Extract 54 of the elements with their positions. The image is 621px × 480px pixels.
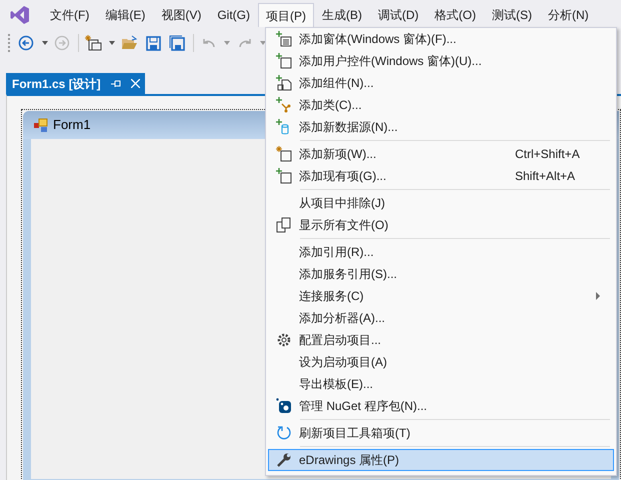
menu-item[interactable]: 添加用户控件(Windows 窗体)(U)...	[268, 50, 614, 72]
menu-tab[interactable]: 分析(N)	[540, 3, 597, 27]
menu-tab[interactable]: 编辑(E)	[97, 3, 154, 27]
menu-item[interactable]: 添加现有项(G)... Shift+Alt+A	[268, 165, 614, 187]
menu-item[interactable]: 从项目中排除(J)	[268, 192, 614, 214]
menu-tab[interactable]: 生成(B)	[314, 3, 370, 27]
menu-tab[interactable]: 文件(F)	[42, 3, 98, 27]
app-logo-icon	[10, 5, 30, 25]
menu-item[interactable]: 添加服务引用(S)...	[268, 263, 614, 285]
form-title: Form1	[53, 116, 91, 134]
menu-item[interactable]: 添加类(C)...	[268, 94, 614, 116]
package-icon	[276, 398, 292, 414]
menu-tab[interactable]: 项目(P)	[258, 3, 314, 27]
dropdown-caret-icon[interactable]	[42, 41, 48, 45]
menu-tab[interactable]: 格式(O)	[426, 3, 484, 27]
add-control-icon	[276, 53, 292, 69]
refresh-icon	[276, 425, 292, 441]
menu-tab[interactable]: Git(G)	[209, 3, 258, 27]
menu-item[interactable]: 管理 NuGet 程序包(N)...	[268, 395, 614, 417]
add-class-icon	[276, 97, 292, 113]
menu-tab[interactable]: 测试(S)	[484, 3, 540, 27]
dropdown-caret-icon[interactable]	[109, 41, 115, 45]
add-component-icon	[276, 75, 292, 91]
save-all-icon[interactable]	[169, 35, 187, 51]
menu-item[interactable]: eDrawings 属性(P)	[268, 449, 614, 471]
menu-item[interactable]: 添加组件(N)...	[268, 72, 614, 94]
menu-item[interactable]: 刷新项目工具箱项(T)	[268, 422, 614, 444]
menu-item[interactable]: 设为启动项目(A)	[268, 351, 614, 373]
close-icon[interactable]	[130, 79, 140, 88]
menu-item[interactable]: 显示所有文件(O)	[268, 214, 614, 236]
back-icon[interactable]	[18, 35, 36, 51]
new-item-icon	[276, 146, 292, 162]
gear-icon	[276, 332, 292, 348]
form-icon	[33, 117, 49, 133]
menu-tab[interactable]: 视图(V)	[153, 3, 210, 27]
new-project-icon[interactable]	[85, 35, 103, 51]
submenu-arrow-icon	[595, 292, 601, 300]
menu-item[interactable]: 添加分析器(A)...	[268, 307, 614, 329]
menu-item[interactable]: 添加窗体(Windows 窗体)(F)...	[268, 28, 614, 50]
files-icon	[276, 217, 292, 233]
menu-item[interactable]: 连接服务(C)	[268, 285, 614, 307]
menu-tab[interactable]: 调试(D)	[370, 3, 427, 27]
menu-item[interactable]: 配置启动项目...	[268, 329, 614, 351]
pin-icon[interactable]	[110, 80, 121, 88]
menu-item[interactable]: 添加引用(R)...	[268, 241, 614, 263]
wrench-icon	[276, 452, 292, 468]
folder-icon[interactable]	[121, 35, 139, 51]
save-icon[interactable]	[145, 35, 163, 51]
add-existing-icon	[276, 168, 292, 184]
menu-item[interactable]: 导出模板(E)...	[268, 373, 614, 395]
menu-item[interactable]: 添加新数据源(N)...	[268, 116, 614, 138]
menu-item[interactable]: 添加新项(W)... Ctrl+Shift+A	[268, 143, 614, 165]
add-form-icon	[276, 31, 292, 47]
document-tab[interactable]: Form1.cs [设计]	[6, 73, 145, 94]
